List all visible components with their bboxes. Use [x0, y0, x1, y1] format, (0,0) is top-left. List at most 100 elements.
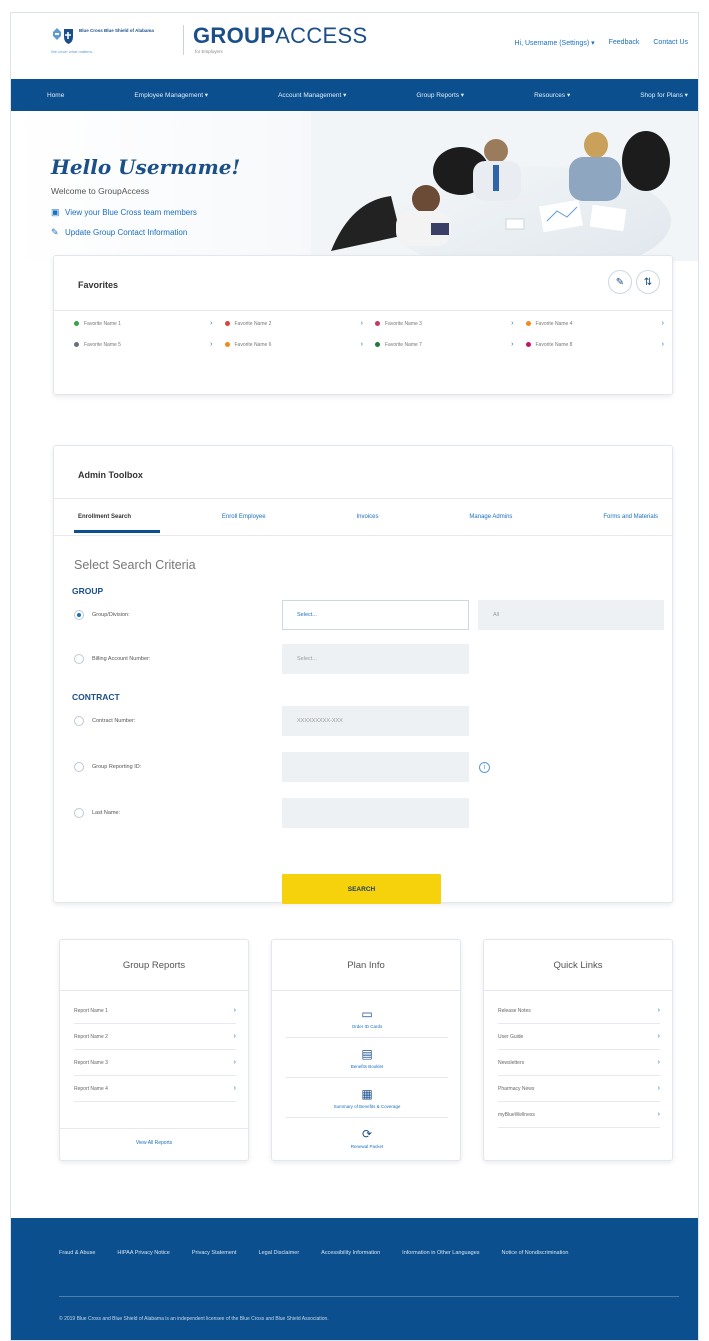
billing-account-radio[interactable] — [74, 654, 84, 664]
nav-home[interactable]: Home — [47, 92, 64, 99]
favorites-title: Favorites — [78, 280, 119, 290]
favorite-color-dot — [375, 321, 380, 326]
contract-section-label: CONTRACT — [72, 692, 120, 702]
footer-link[interactable]: Fraud & Abuse — [59, 1250, 95, 1256]
group-section-label: GROUP — [72, 586, 104, 596]
summary-icon: ▦ — [361, 1086, 373, 1101]
favorite-color-dot — [224, 321, 230, 326]
footer-link[interactable]: Accessibility Information — [321, 1250, 380, 1256]
order-id-cards-item[interactable]: ▭ Order ID Cards — [286, 998, 448, 1038]
favorite-item[interactable]: Favorite Name 5 › — [74, 341, 213, 348]
favorite-item[interactable]: Favorite Name 2 › — [224, 320, 363, 327]
last-name-radio[interactable] — [74, 808, 84, 818]
divider — [272, 990, 460, 991]
site-footer: Fraud & Abuse HIPAA Privacy Notice Privacy… — [11, 1218, 698, 1340]
contact-us-link[interactable]: Contact Us — [653, 39, 688, 47]
id-card-icon: ▭ — [361, 1006, 373, 1021]
billing-account-option[interactable]: Billing Account Number: — [74, 654, 150, 664]
update-contact-link[interactable]: ✎ Update Group Contact Information — [51, 228, 187, 238]
group-reporting-radio[interactable] — [74, 762, 84, 772]
footer-link[interactable]: Privacy Statement — [192, 1250, 237, 1256]
footer-link[interactable]: HIPAA Privacy Notice — [117, 1250, 169, 1256]
search-button[interactable]: SEARCH — [282, 874, 441, 904]
benefits-booklet-item[interactable]: ▤ Benefits Booklet — [286, 1038, 448, 1078]
sort-favorites-button[interactable]: ⇅ — [636, 270, 660, 294]
edit-favorites-button[interactable]: ✎ — [608, 270, 632, 294]
chevron-right-icon: › — [511, 320, 514, 327]
report-row[interactable]: Report Name 3 › — [74, 1050, 236, 1076]
contract-number-option[interactable]: Contract Number: — [74, 716, 135, 726]
report-row[interactable]: Report Name 1 › — [74, 998, 236, 1024]
billing-account-select[interactable]: Select... — [282, 644, 469, 674]
reports-list: Report Name 1 › Report Name 2 › Report Name … — [74, 998, 236, 1102]
tab-enroll-employee[interactable]: Enroll Employee — [222, 514, 266, 520]
logo-tagline: We cover what matters. — [51, 49, 93, 54]
report-label: Report Name 2 — [74, 1033, 108, 1040]
group-division-radio[interactable] — [74, 610, 84, 620]
report-label: Report Name 1 — [74, 1007, 108, 1014]
favorite-item[interactable]: Favorite Name 8 › — [525, 341, 664, 348]
quick-link-row[interactable]: Release Notes › — [498, 998, 660, 1024]
quick-link-label: Pharmacy News — [498, 1085, 535, 1092]
team-members-label: View your Blue Cross team members — [65, 208, 197, 217]
quick-link-row[interactable]: User Guide › — [498, 1024, 660, 1050]
contract-number-radio[interactable] — [74, 716, 84, 726]
favorite-item[interactable]: Favorite Name 3 › — [375, 320, 514, 327]
quick-link-row[interactable]: Newsletters › — [498, 1050, 660, 1076]
favorite-item[interactable]: Favorite Name 6 › — [224, 341, 363, 348]
favorite-item[interactable]: Favorite Name 1 › — [74, 320, 213, 327]
tab-forms-and-materials[interactable]: Forms and Materials — [603, 514, 658, 520]
tab-enrollment-search[interactable]: Enrollment Search — [78, 514, 131, 520]
renewal-packet-item[interactable]: ⟳ Renewal Packet — [286, 1118, 448, 1158]
nav-group-reports[interactable]: Group Reports ▾ — [416, 91, 464, 99]
favorite-label: Favorite Name 3 — [385, 320, 422, 327]
team-members-link[interactable]: ▣ View your Blue Cross team members — [51, 208, 197, 218]
user-menu[interactable]: Hi, Username (Settings) ▾ — [514, 39, 594, 47]
footer-link[interactable]: Information in Other Languages — [402, 1250, 479, 1256]
last-name-option[interactable]: Last Name: — [74, 808, 120, 818]
favorite-label: Favorite Name 7 — [385, 341, 422, 348]
report-row[interactable]: Report Name 2 › — [74, 1024, 236, 1050]
contract-number-input[interactable]: XXXXXXXXX-XXX — [282, 706, 469, 736]
brand-bold: GROUP — [193, 23, 276, 48]
divider — [54, 535, 672, 536]
division-select[interactable]: All — [478, 600, 664, 630]
tab-manage-admins[interactable]: Manage Admins — [469, 514, 512, 520]
nav-account-management[interactable]: Account Management ▾ — [278, 91, 346, 99]
info-icon[interactable]: i — [479, 762, 490, 773]
divider — [54, 498, 672, 499]
group-division-option[interactable]: Group/Division: — [74, 610, 130, 620]
nav-employee-management[interactable]: Employee Management ▾ — [134, 91, 208, 99]
admin-toolbox-title: Admin Toolbox — [78, 470, 143, 480]
quick-link-label: Release Notes — [498, 1007, 531, 1014]
last-name-input[interactable] — [282, 798, 469, 828]
greeting-heading: Hello Username! — [51, 155, 241, 179]
chevron-right-icon: › — [661, 320, 664, 327]
quick-links-list: Release Notes › User Guide › Newsletters › Pha… — [498, 998, 660, 1128]
chevron-right-icon: › — [657, 1111, 660, 1118]
summary-of-benefits-item[interactable]: ▦ Summary of Benefits & Coverage — [286, 1078, 448, 1118]
nav-shop-for-plans[interactable]: Shop for Plans ▾ — [640, 91, 688, 99]
group-reporting-input[interactable] — [282, 752, 469, 782]
main-nav: Home Employee Management ▾ Account Manag… — [11, 79, 698, 111]
group-division-select[interactable]: Select... — [282, 600, 469, 630]
report-row[interactable]: Report Name 4 › — [74, 1076, 236, 1102]
group-reporting-option[interactable]: Group Reporting ID: — [74, 762, 141, 772]
footer-link[interactable]: Legal Disclaimer — [259, 1250, 300, 1256]
view-all-reports-link[interactable]: View All Reports — [60, 1140, 248, 1146]
quick-link-row[interactable]: Pharmacy News › — [498, 1076, 660, 1102]
tab-invoices[interactable]: Invoices — [356, 514, 378, 520]
footer-link[interactable]: Notice of Nondiscrimination — [502, 1250, 569, 1256]
plan-info-title: Plan Info — [347, 960, 385, 971]
site-header: Blue Cross Blue Shield of Alabama We cov… — [11, 13, 698, 79]
chevron-right-icon: › — [657, 1007, 660, 1014]
groupaccess-brand[interactable]: GROUPACCESS — [193, 23, 367, 49]
feedback-link[interactable]: Feedback — [609, 39, 640, 47]
plan-info-list: ▭ Order ID Cards ▤ Benefits Booklet ▦ Su… — [286, 998, 448, 1158]
contract-number-label: Contract Number: — [92, 718, 136, 724]
quick-link-row[interactable]: myBlueWellness › — [498, 1102, 660, 1128]
favorite-item[interactable]: Favorite Name 7 › — [375, 341, 514, 348]
nav-resources[interactable]: Resources ▾ — [534, 91, 570, 99]
favorite-item[interactable]: Favorite Name 4 › — [525, 320, 664, 327]
copyright-text: © 2019 Blue Cross and Blue Shield of Ala… — [59, 1316, 329, 1322]
